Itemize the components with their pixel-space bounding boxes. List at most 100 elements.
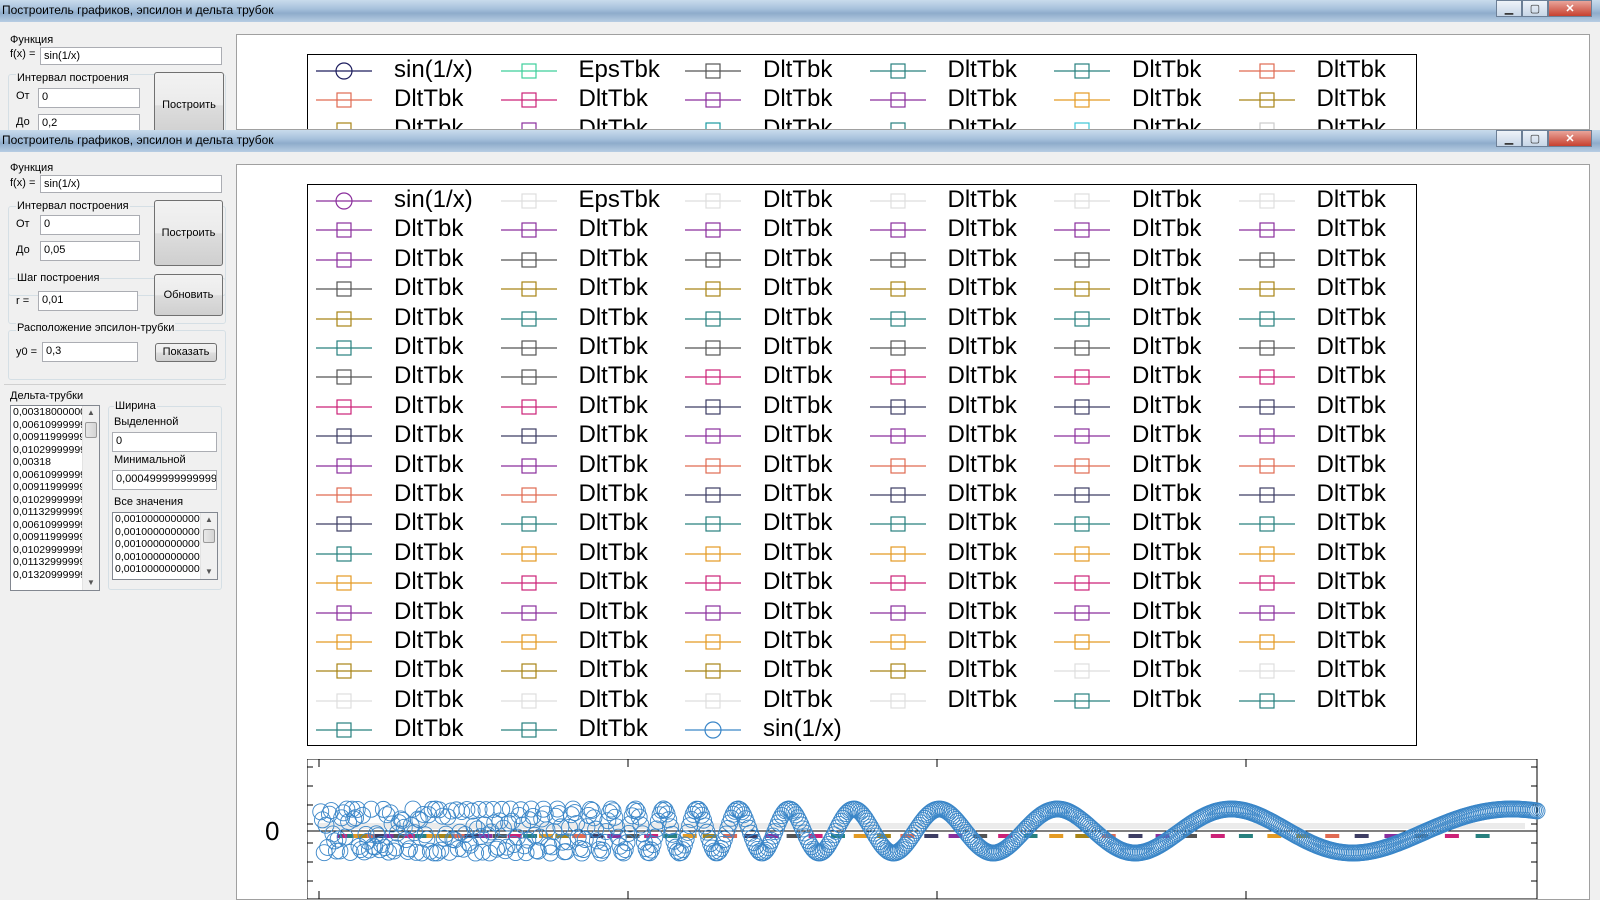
- legend-label: DltTbk: [394, 538, 464, 566]
- legend-entry: DltTbk: [493, 567, 678, 597]
- legend-label: DltTbk: [1132, 568, 1202, 596]
- from-input[interactable]: 0: [40, 215, 140, 235]
- legend-label: DltTbk: [578, 391, 648, 419]
- maximize-icon[interactable]: ▢: [1522, 0, 1548, 17]
- legend-label: DltTbk: [578, 244, 648, 272]
- square-marker-icon: [869, 693, 926, 709]
- square-marker-icon: [685, 399, 741, 415]
- legend-label: DltTbk: [763, 333, 833, 360]
- square-marker-icon: [500, 693, 557, 709]
- legend-label: DltTbk: [763, 568, 833, 596]
- back-from-input[interactable]: 0: [38, 88, 140, 108]
- back-window-controls: ▁ ▢ ✕: [1496, 0, 1592, 18]
- close-icon[interactable]: ✕: [1548, 130, 1592, 147]
- minimal-width-input[interactable]: 0,000499999999999: [112, 470, 217, 490]
- square-marker-icon: [1238, 604, 1295, 621]
- delta-tube-bar: [1049, 834, 1064, 838]
- legend-label: DltTbk: [763, 114, 833, 130]
- square-marker-icon: [1054, 487, 1110, 503]
- square-marker-icon: [1238, 92, 1295, 108]
- legend-entry: DltTbk: [308, 597, 493, 627]
- legend-label: DltTbk: [763, 509, 833, 537]
- square-marker-icon: [685, 457, 741, 474]
- square-marker-icon: [500, 92, 557, 108]
- legend-entry: DltTbk: [1046, 55, 1231, 85]
- scroll-down-icon[interactable]: ▼: [83, 576, 99, 590]
- build-button[interactable]: Построить: [154, 200, 223, 266]
- legend-label: DltTbk: [1316, 303, 1386, 331]
- square-marker-icon: [1258, 122, 1275, 129]
- square-marker-icon: [316, 546, 372, 562]
- scroll-thumb[interactable]: [85, 422, 97, 438]
- legend-label: DltTbk: [578, 568, 648, 596]
- legend-label: DltTbk: [947, 421, 1017, 449]
- back-to-input[interactable]: 0,2: [38, 114, 140, 130]
- legend-entry: DltTbk: [308, 714, 493, 744]
- legend-entry: DltTbk: [1231, 303, 1416, 333]
- minimize-icon[interactable]: ▁: [1496, 0, 1522, 17]
- legend-label: DltTbk: [394, 85, 464, 113]
- square-marker-icon: [869, 281, 926, 297]
- square-marker-icon: [500, 340, 557, 356]
- legend-entry: DltTbk: [862, 538, 1047, 568]
- legend-entry: DltTbk: [677, 685, 862, 715]
- legend-label: DltTbk: [1132, 85, 1202, 113]
- square-marker-icon: [1238, 340, 1295, 356]
- legend-entry: DltTbk: [1046, 655, 1231, 685]
- step-input[interactable]: 0,01: [38, 291, 138, 311]
- close-icon[interactable]: ✕: [1548, 0, 1592, 17]
- scroll-thumb[interactable]: [203, 529, 215, 543]
- legend-entry: DltTbk: [862, 303, 1047, 333]
- all-values-scrollbar[interactable]: ▲ ▼: [200, 513, 217, 579]
- legend-entry: DltTbk: [1046, 244, 1231, 274]
- legend-label: DltTbk: [763, 538, 833, 566]
- scroll-up-icon[interactable]: ▲: [83, 406, 99, 420]
- legend-label: DltTbk: [947, 509, 1017, 537]
- main-window-title: Построитель графиков, эпсилон и дельта т…: [2, 133, 274, 147]
- back-fx-label: f(x) =: [10, 48, 36, 60]
- delta-tubes-scrollbar[interactable]: ▲ ▼: [82, 406, 99, 590]
- legend-label: DltTbk: [1132, 538, 1202, 566]
- legend-label: DltTbk: [947, 333, 1017, 360]
- y0-input[interactable]: 0,3: [42, 342, 138, 362]
- legend-entry: DltTbk: [677, 114, 862, 130]
- legend-entry: DltTbk: [308, 420, 493, 450]
- square-marker-icon: [316, 428, 372, 444]
- back-build-button[interactable]: Построить: [154, 72, 224, 130]
- legend-entry: DltTbk: [493, 273, 678, 303]
- function-input[interactable]: sin(1/x): [40, 175, 222, 193]
- legend-label: DltTbk: [578, 480, 648, 507]
- delta-tube-bar: [1444, 834, 1459, 838]
- square-marker-icon: [316, 663, 372, 679]
- legend-label: DltTbk: [947, 362, 1017, 390]
- legend-label: DltTbk: [1316, 685, 1386, 713]
- legend-entry: DltTbk: [862, 114, 1047, 129]
- scroll-down-icon[interactable]: ▼: [201, 565, 217, 579]
- update-button[interactable]: Обновить: [154, 274, 223, 316]
- delta-tubes-list[interactable]: 0,003180000000 0,006109999999 0,0091199999…: [10, 405, 100, 591]
- square-marker-icon: [1054, 516, 1110, 532]
- legend-label: DltTbk: [394, 450, 464, 478]
- legend-entry: DltTbk: [493, 361, 678, 391]
- to-input[interactable]: 0,05: [40, 241, 140, 261]
- square-marker-icon: [1238, 546, 1295, 562]
- selected-width-input[interactable]: 0: [112, 432, 217, 452]
- show-button[interactable]: Показать: [155, 343, 217, 362]
- legend-label: DltTbk: [1132, 480, 1202, 507]
- minimize-icon[interactable]: ▁: [1496, 130, 1522, 147]
- maximize-icon[interactable]: ▢: [1522, 130, 1548, 147]
- scroll-up-icon[interactable]: ▲: [201, 513, 217, 527]
- all-values-list[interactable]: 0,001000000000000 0,001000000000000 0,0010…: [112, 512, 218, 580]
- legend-label: DltTbk: [394, 480, 464, 507]
- legend-label: DltTbk: [763, 685, 833, 713]
- legend-label: DltTbk: [1132, 450, 1202, 478]
- square-marker-icon: [1238, 63, 1295, 79]
- legend-label: DltTbk: [947, 627, 1017, 654]
- square-marker-icon: [685, 281, 741, 297]
- back-function-input[interactable]: sin(1/x): [40, 47, 222, 65]
- legend-label: DltTbk: [763, 85, 833, 113]
- legend-entry: DltTbk: [493, 114, 678, 129]
- square-marker-icon: [869, 92, 926, 108]
- legend-entry: sin(1/x): [308, 55, 493, 85]
- main-window-controls: ▁ ▢ ✕: [1496, 130, 1592, 148]
